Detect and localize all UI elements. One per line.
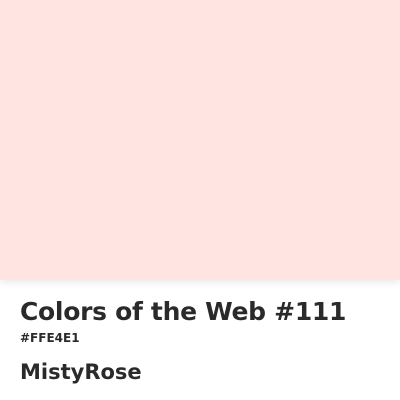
hex-code-label: #FFE4E1 bbox=[20, 331, 80, 345]
color-name-label: MistyRose bbox=[20, 360, 142, 384]
card-title: Colors of the Web #111 bbox=[20, 297, 347, 326]
color-card: Colors of the Web #111 #FFE4E1 MistyRose bbox=[0, 0, 400, 400]
color-swatch bbox=[0, 0, 400, 280]
